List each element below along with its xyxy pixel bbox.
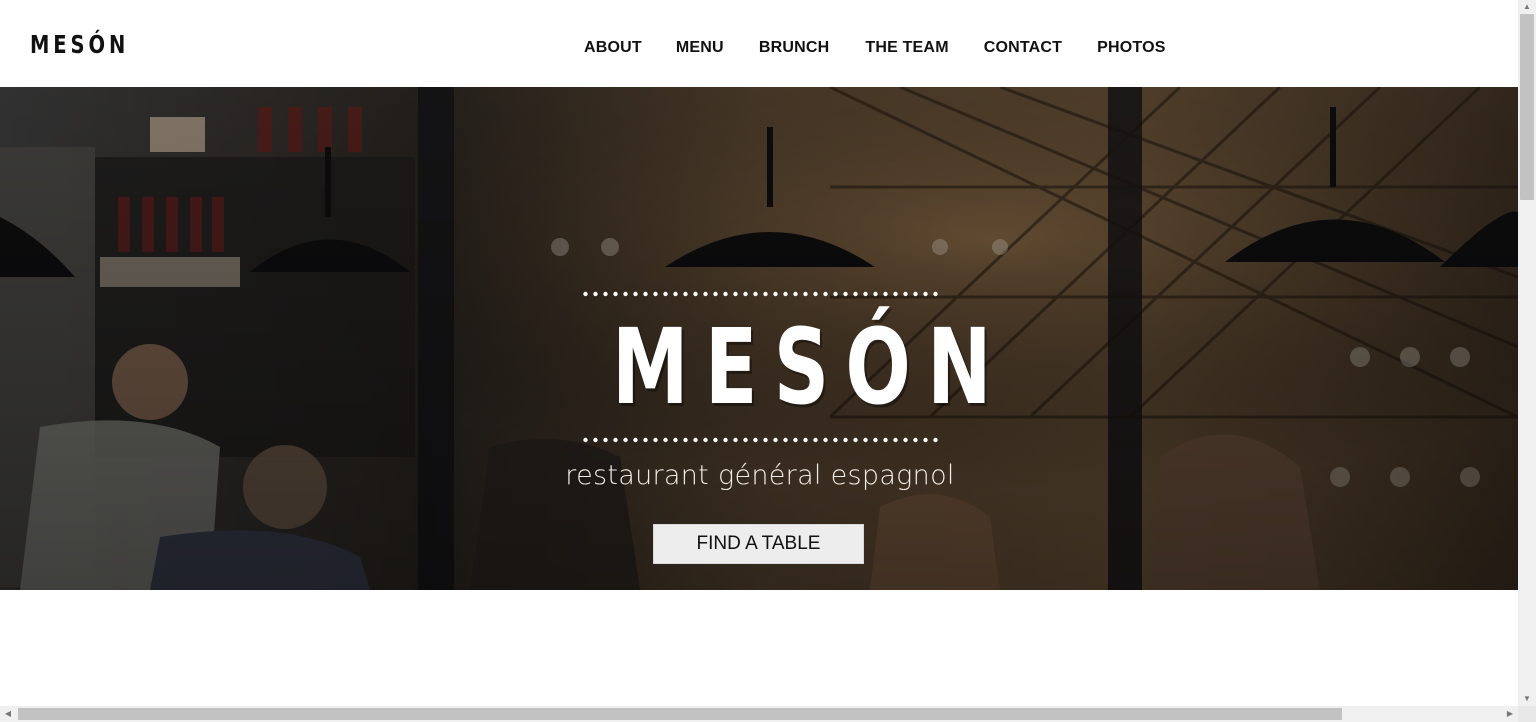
- divider-dot: [583, 291, 588, 297]
- divider-dot: [873, 437, 878, 443]
- divider-dot: [613, 291, 618, 297]
- divider-dot: [693, 291, 698, 297]
- divider-dot: [823, 437, 828, 443]
- vertical-scrollbar[interactable]: ▲ ▼: [1518, 0, 1536, 706]
- scroll-right-arrow-icon[interactable]: ▶: [1502, 706, 1518, 722]
- hero-subtitle: restaurant général espagnol: [565, 460, 955, 491]
- divider-dot: [903, 291, 908, 297]
- divider-dot: [603, 437, 608, 443]
- divider-dot: [783, 291, 788, 297]
- scroll-down-arrow-icon[interactable]: ▼: [1518, 692, 1536, 706]
- divider-dot: [903, 437, 908, 443]
- divider-dot: [683, 437, 688, 443]
- divider-dot: [673, 437, 678, 443]
- divider-dot: [853, 437, 858, 443]
- divider-dot: [803, 291, 808, 297]
- divider-dot: [933, 437, 938, 443]
- divider-dot: [813, 437, 818, 443]
- divider-dot: [933, 291, 938, 297]
- divider-dot: [703, 291, 708, 297]
- divider-dot: [863, 291, 868, 297]
- divider-dot: [723, 437, 728, 443]
- divider-dot: [773, 437, 778, 443]
- dotted-divider-bottom: [583, 437, 938, 443]
- find-a-table-button[interactable]: FIND A TABLE: [653, 524, 864, 564]
- divider-dot: [633, 437, 638, 443]
- divider-dot: [763, 437, 768, 443]
- divider-dot: [843, 437, 848, 443]
- divider-dot: [923, 437, 928, 443]
- divider-dot: [793, 437, 798, 443]
- divider-dot: [833, 291, 838, 297]
- divider-dot: [723, 291, 728, 297]
- divider-dot: [913, 437, 918, 443]
- nav-brunch[interactable]: BRUNCH: [759, 39, 830, 57]
- divider-dot: [593, 291, 598, 297]
- nav-photos[interactable]: PHOTOS: [1097, 39, 1165, 57]
- divider-dot: [753, 291, 758, 297]
- nav-contact[interactable]: CONTACT: [984, 39, 1062, 57]
- divider-dot: [663, 437, 668, 443]
- divider-dot: [783, 437, 788, 443]
- hero-banner: MESÓN restaurant général espagnol FIND A…: [0, 87, 1518, 590]
- site-logo[interactable]: MESÓN: [30, 30, 129, 59]
- divider-dot: [893, 437, 898, 443]
- divider-dot: [743, 437, 748, 443]
- divider-dot: [713, 291, 718, 297]
- divider-dot: [683, 291, 688, 297]
- divider-dot: [613, 437, 618, 443]
- divider-dot: [633, 291, 638, 297]
- divider-dot: [663, 291, 668, 297]
- divider-dot: [733, 437, 738, 443]
- divider-dot: [653, 291, 658, 297]
- nav-about[interactable]: ABOUT: [584, 39, 642, 57]
- divider-dot: [893, 291, 898, 297]
- divider-dot: [623, 437, 628, 443]
- main-nav: ABOUT MENU BRUNCH THE TEAM CONTACT PHOTO…: [584, 39, 1166, 57]
- page: MESÓN ABOUT MENU BRUNCH THE TEAM CONTACT…: [0, 0, 1518, 706]
- divider-dot: [623, 291, 628, 297]
- hero-title: MESÓN: [612, 306, 1008, 428]
- divider-dot: [693, 437, 698, 443]
- divider-dot: [833, 437, 838, 443]
- site-header: MESÓN ABOUT MENU BRUNCH THE TEAM CONTACT…: [0, 0, 1518, 87]
- divider-dot: [583, 437, 588, 443]
- divider-dot: [743, 291, 748, 297]
- divider-dot: [863, 437, 868, 443]
- scroll-up-arrow-icon[interactable]: ▲: [1518, 0, 1536, 14]
- divider-dot: [773, 291, 778, 297]
- divider-dot: [673, 291, 678, 297]
- dotted-divider-top: [583, 291, 938, 297]
- divider-dot: [733, 291, 738, 297]
- divider-dot: [753, 437, 758, 443]
- nav-menu[interactable]: MENU: [676, 39, 724, 57]
- divider-dot: [713, 437, 718, 443]
- divider-dot: [923, 291, 928, 297]
- divider-dot: [843, 291, 848, 297]
- divider-dot: [703, 437, 708, 443]
- divider-dot: [813, 291, 818, 297]
- divider-dot: [883, 437, 888, 443]
- nav-the-team[interactable]: THE TEAM: [865, 39, 948, 57]
- horizontal-scroll-thumb[interactable]: [18, 708, 1342, 720]
- divider-dot: [803, 437, 808, 443]
- divider-dot: [873, 291, 878, 297]
- divider-dot: [603, 291, 608, 297]
- divider-dot: [643, 291, 648, 297]
- divider-dot: [793, 291, 798, 297]
- divider-dot: [883, 291, 888, 297]
- scrollbar-corner: [1518, 706, 1536, 722]
- vertical-scroll-thumb[interactable]: [1520, 14, 1534, 200]
- scroll-left-arrow-icon[interactable]: ◀: [0, 706, 16, 722]
- divider-dot: [593, 437, 598, 443]
- divider-dot: [823, 291, 828, 297]
- divider-dot: [763, 291, 768, 297]
- horizontal-scrollbar[interactable]: ◀ ▶: [0, 706, 1518, 722]
- divider-dot: [913, 291, 918, 297]
- divider-dot: [653, 437, 658, 443]
- divider-dot: [643, 437, 648, 443]
- divider-dot: [853, 291, 858, 297]
